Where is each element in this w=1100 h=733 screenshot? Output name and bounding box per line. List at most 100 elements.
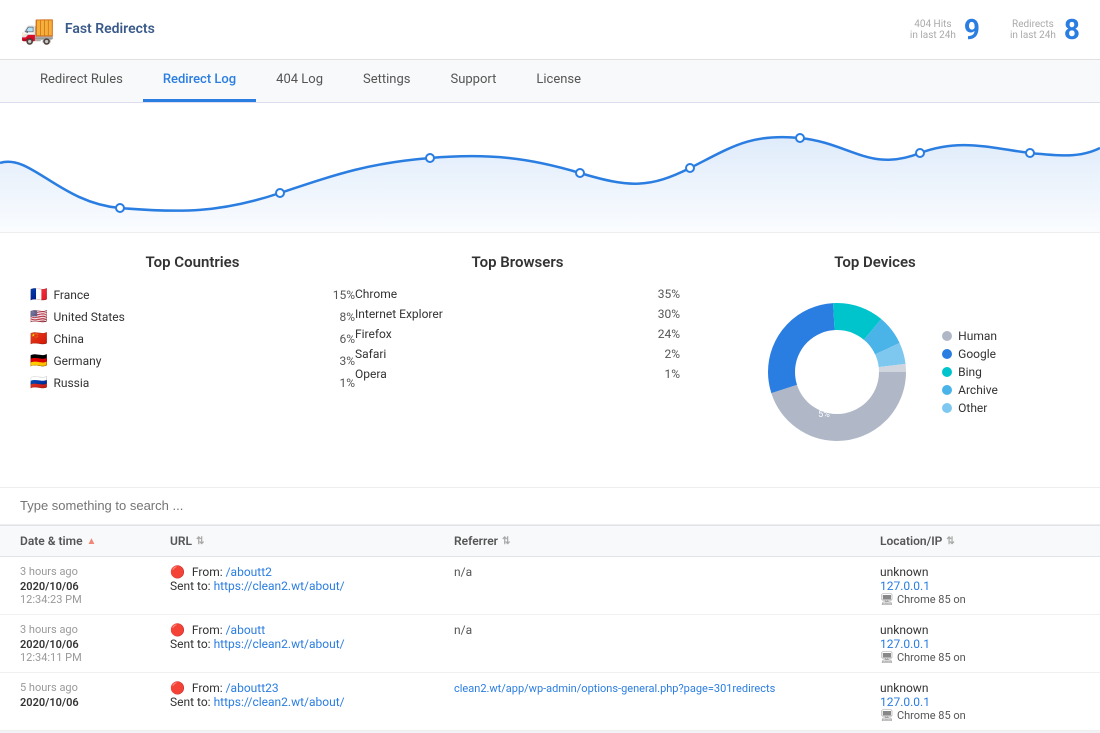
svg-text:5%: 5%: [818, 410, 830, 420]
sent-to-url-3[interactable]: https://clean2.wt/about/: [214, 695, 345, 709]
col-location[interactable]: Location/IP ⇅: [880, 534, 1080, 548]
browser-pct: 30%: [645, 307, 680, 321]
header: 🚚 Fast Redirects 404 Hits in last 24h 9 …: [0, 0, 1100, 60]
tab-redirect-log[interactable]: Redirect Log: [143, 60, 256, 102]
time-ago-3: 5 hours ago: [20, 681, 170, 694]
country-row: 🇩🇪 Germany 3%: [30, 353, 355, 369]
date-2: 2020/10/06: [20, 638, 170, 651]
country-row: 🇨🇳 China 6%: [30, 331, 355, 347]
legend-item: Archive: [942, 383, 998, 397]
cell-referrer-2: n/a: [454, 623, 880, 637]
country-row: 🇫🇷 France 15%: [30, 287, 355, 303]
browser-name: Internet Explorer: [355, 307, 645, 321]
browser-info-3: 🖥 Chrome 85 on: [880, 709, 1080, 722]
country-name: China: [53, 332, 320, 346]
stat-redirect-value: 8: [1064, 13, 1080, 46]
sort-icon-referrer: ⇅: [502, 536, 510, 547]
browser-name: Safari: [355, 347, 645, 361]
browser-name: Chrome: [355, 287, 645, 301]
flag-china: 🇨🇳: [30, 331, 47, 347]
col-date-time[interactable]: Date & time ▲: [20, 534, 170, 548]
legend-dot-other: [942, 403, 952, 413]
country-row: 🇺🇸 United States 8%: [30, 309, 355, 325]
tab-redirect-rules[interactable]: Redirect Rules: [20, 60, 143, 102]
browser-info-2: 🖥 Chrome 85 on: [880, 651, 1080, 664]
top-browsers-panel: Top Browsers Chrome 35% Internet Explore…: [355, 253, 680, 457]
browser-pct: 2%: [645, 347, 680, 361]
legend-dot-google: [942, 349, 952, 359]
logo-icon: 🚚: [20, 13, 55, 46]
stat-redirect-label: Redirects in last 24h: [1010, 19, 1056, 41]
cell-location-3: unknown 127.0.0.1 🖥 Chrome 85 on: [880, 681, 1080, 722]
table-row: 3 hours ago 2020/10/06 12:34:11 PM 🔴 Fro…: [0, 615, 1100, 673]
from-url-2[interactable]: /aboutt: [226, 623, 266, 637]
tab-support[interactable]: Support: [430, 60, 516, 102]
sent-to-url-1[interactable]: https://clean2.wt/about/: [214, 579, 345, 593]
legend-item: Bing: [942, 365, 998, 379]
log-table: Date & time ▲ URL ⇅ Referrer ⇅ Location/…: [0, 525, 1100, 731]
referrer-link-3[interactable]: clean2.wt/app/wp-admin/options-general.p…: [454, 682, 775, 695]
flag-france: 🇫🇷: [30, 287, 47, 303]
logo-area: 🚚 Fast Redirects: [20, 13, 180, 46]
ip-1: 127.0.0.1: [880, 579, 1080, 593]
country-name: United States: [53, 310, 320, 324]
browser-row: Chrome 35%: [355, 287, 680, 301]
ip-2: 127.0.0.1: [880, 637, 1080, 651]
ip-3: 127.0.0.1: [880, 695, 1080, 709]
donut-section: 7% 12% 29% 45% 5% Human Google Bing: [680, 287, 1070, 457]
col-url[interactable]: URL ⇅: [170, 534, 454, 548]
donut-legend: Human Google Bing Archive Other: [942, 329, 998, 415]
country-name: Russia: [53, 376, 320, 390]
table-row: 3 hours ago 2020/10/06 12:34:23 PM 🔴 Fro…: [0, 557, 1100, 615]
top-countries-panel: Top Countries 🇫🇷 France 15% 🇺🇸 United St…: [30, 253, 355, 457]
monitor-icon-1: 🖥: [880, 593, 894, 606]
top-devices-title: Top Devices: [680, 253, 1070, 271]
country-name: Germany: [53, 354, 320, 368]
cell-date-1: 3 hours ago 2020/10/06 12:34:23 PM: [20, 565, 170, 606]
stat-404-label: 404 Hits in last 24h: [910, 19, 956, 41]
line-chart: [0, 103, 1100, 233]
tab-license[interactable]: License: [516, 60, 601, 102]
tab-settings[interactable]: Settings: [343, 60, 430, 102]
browser-row: Internet Explorer 30%: [355, 307, 680, 321]
svg-text:7%: 7%: [851, 348, 863, 358]
col-referrer[interactable]: Referrer ⇅: [454, 534, 880, 548]
svg-text:29%: 29%: [832, 400, 849, 410]
legend-dot-human: [942, 331, 952, 341]
top-countries-title: Top Countries: [30, 253, 355, 271]
cell-url-3: 🔴 From: /aboutt23 Sent to: https://clean…: [170, 681, 454, 709]
from-url-1[interactable]: /aboutt2: [226, 565, 272, 579]
legend-item: Other: [942, 401, 998, 415]
logo-text: Fast Redirects: [65, 21, 155, 38]
tab-404-log[interactable]: 404 Log: [256, 60, 343, 102]
legend-item: Google: [942, 347, 998, 361]
header-stats: 404 Hits in last 24h 9 Redirects in last…: [910, 13, 1080, 46]
cell-url-1: 🔴 From: /aboutt2 Sent to: https://clean2…: [170, 565, 454, 593]
redirect-icon-3: 🔴: [170, 681, 185, 695]
country-row: 🇷🇺 Russia 1%: [30, 375, 355, 391]
legend-label-archive: Archive: [958, 383, 998, 397]
svg-text:45%: 45%: [799, 380, 816, 390]
monitor-icon-2: 🖥: [880, 651, 894, 664]
flag-us: 🇺🇸: [30, 309, 47, 325]
redirect-icon-2: 🔴: [170, 623, 185, 637]
stat-404-value: 9: [964, 13, 980, 46]
time-ago-2: 3 hours ago: [20, 623, 170, 636]
stat-404-block: 404 Hits in last 24h 9: [910, 13, 980, 46]
sent-to-url-2[interactable]: https://clean2.wt/about/: [214, 637, 345, 651]
cell-referrer-1: n/a: [454, 565, 880, 579]
svg-text:12%: 12%: [854, 365, 871, 375]
redirect-icon-1: 🔴: [170, 565, 185, 579]
legend-label-human: Human: [958, 329, 997, 343]
time-2: 12:34:11 PM: [20, 651, 170, 664]
country-pct: 1%: [320, 376, 355, 390]
browser-info-1: 🖥 Chrome 85 on: [880, 593, 1080, 606]
search-input[interactable]: [20, 498, 1080, 513]
country-pct: 8%: [320, 310, 355, 324]
sort-icon-url: ⇅: [196, 536, 204, 547]
browser-row: Firefox 24%: [355, 327, 680, 341]
browser-pct: 1%: [645, 367, 680, 381]
from-url-3[interactable]: /aboutt23: [226, 681, 279, 695]
nav-tabs: Redirect Rules Redirect Log 404 Log Sett…: [0, 60, 1100, 103]
browser-name: Opera: [355, 367, 645, 381]
